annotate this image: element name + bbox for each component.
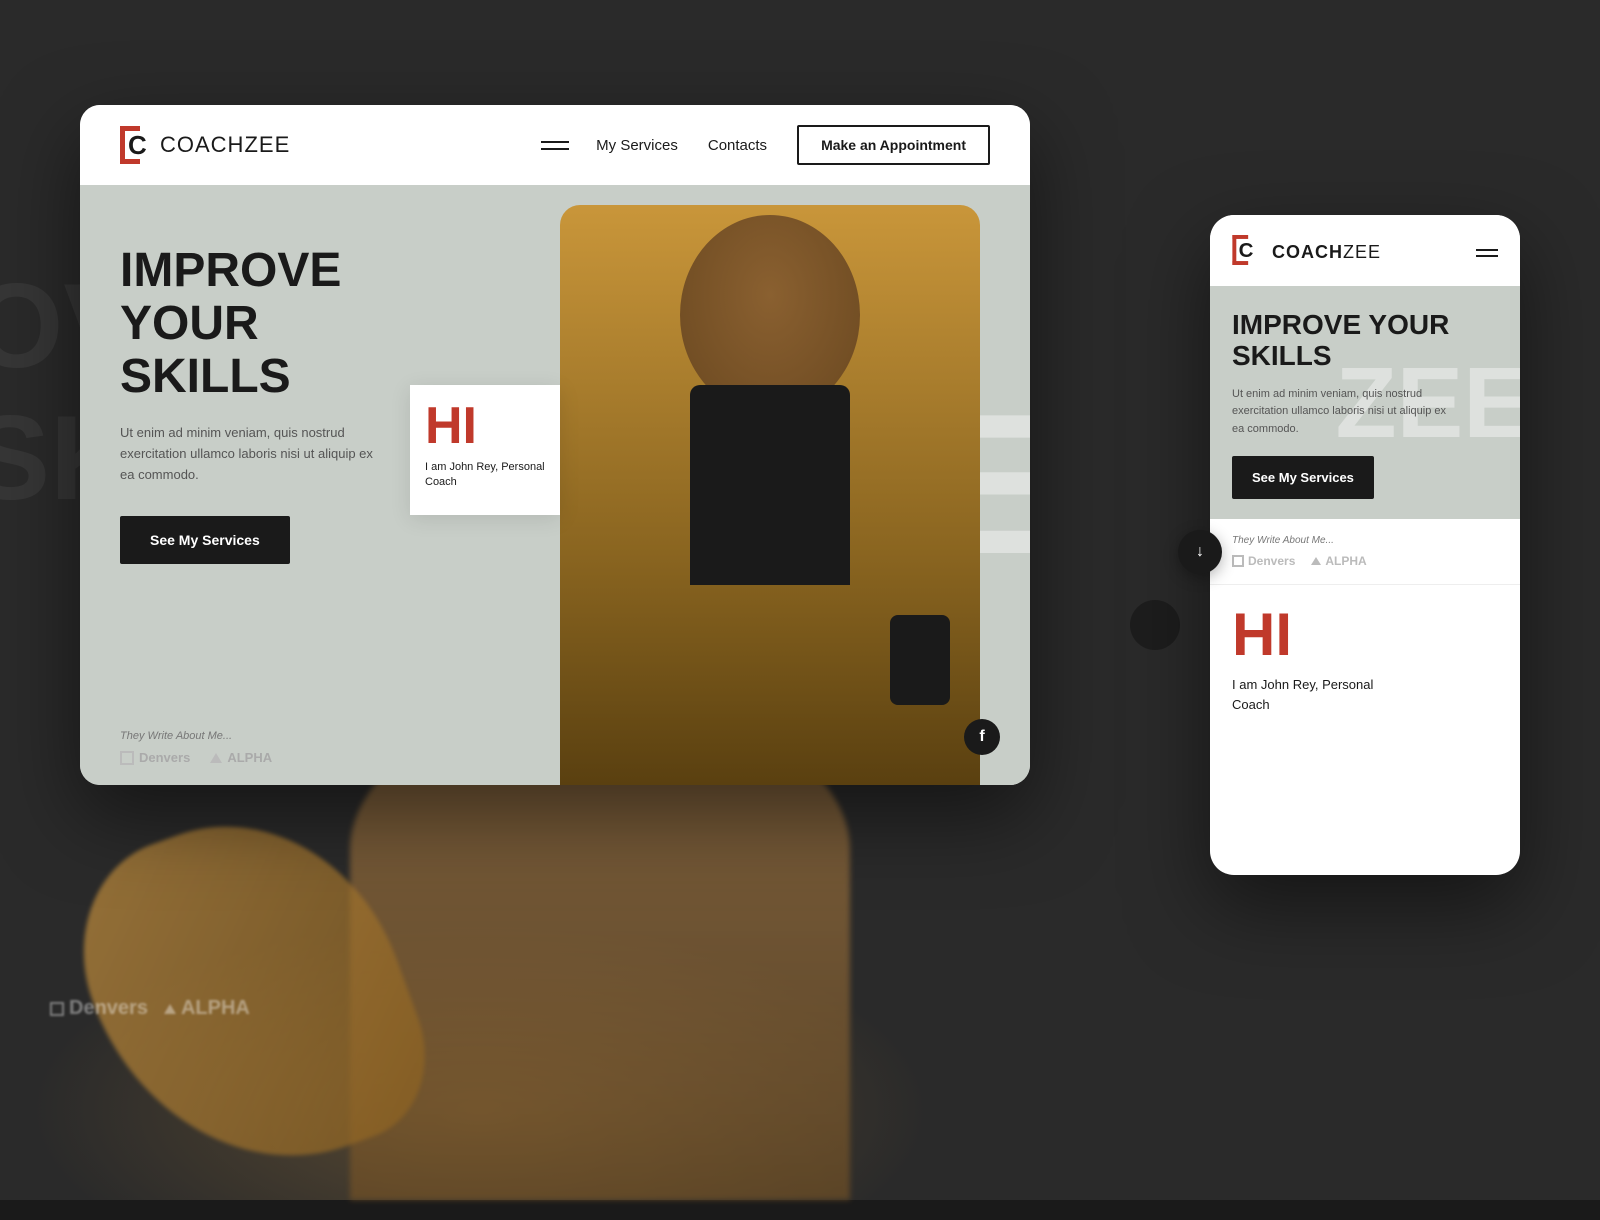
svg-text:C: C bbox=[1239, 239, 1254, 262]
nav-circle-right[interactable] bbox=[1130, 600, 1180, 650]
mobile-hero: ZEE IMPROVE YOUR SKILLS Ut enim ad minim… bbox=[1210, 286, 1520, 519]
mobile-card: C COACHZEE ZEE IMPROVE YOUR SKILLS Ut en… bbox=[1210, 215, 1520, 875]
mobile-hi-text: HI bbox=[1232, 605, 1498, 665]
nav-right: My Services Contacts Make an Appointment bbox=[596, 125, 990, 165]
hero-bottom-desktop: They Write About Me... Denvers ALPHA bbox=[120, 730, 272, 765]
hero-title: IMPROVE YOUR SKILLS bbox=[120, 245, 440, 403]
mobile-navbar: C COACHZEE bbox=[1210, 215, 1520, 286]
mobile-brand-denvers: Denvers bbox=[1232, 554, 1295, 568]
desktop-hero: ZEE IMPROVE YOUR SKILLS Ut enim ad minim… bbox=[80, 185, 1030, 785]
desktop-logo: C COACHZEE bbox=[120, 126, 290, 164]
mobile-brand-logos: Denvers ALPHA bbox=[1232, 554, 1498, 568]
see-services-button-mobile[interactable]: See My Services bbox=[1232, 456, 1374, 499]
svg-text:C: C bbox=[128, 130, 147, 160]
mobile-logo-icon: C bbox=[1232, 235, 1258, 270]
denvers-icon-desktop bbox=[120, 751, 134, 765]
nav-link-services[interactable]: My Services bbox=[596, 137, 678, 154]
logo-icon: C bbox=[120, 126, 152, 164]
logo-text: COACHZEE bbox=[160, 132, 290, 158]
hi-subtitle-desktop: I am John Rey, Personal Coach bbox=[425, 460, 545, 491]
mobile-hi-section: HI I am John Rey, Personal Coach bbox=[1210, 585, 1520, 734]
mobile-hamburger-menu[interactable] bbox=[1476, 249, 1498, 257]
alpha-triangle-desktop bbox=[210, 753, 222, 763]
mobile-hero-title: IMPROVE YOUR SKILLS bbox=[1232, 310, 1498, 372]
hero-person-image bbox=[510, 185, 1030, 785]
hi-text-desktop: HI bbox=[425, 400, 545, 452]
brand-denvers-desktop: Denvers bbox=[120, 750, 190, 765]
make-appointment-button[interactable]: Make an Appointment bbox=[797, 125, 990, 165]
desktop-navbar: C COACHZEE My Services Contacts Make an … bbox=[80, 105, 1030, 185]
mobile-bottom-brands: They Write About Me... Denvers ALPHA bbox=[1210, 519, 1520, 585]
mobile-hero-description: Ut enim ad minim veniam, quis nostrud ex… bbox=[1232, 386, 1452, 439]
bg-arm bbox=[100, 820, 700, 1220]
mobile-alpha-triangle bbox=[1311, 557, 1321, 565]
mobile-logo: C COACHZEE bbox=[1232, 235, 1381, 270]
mobile-denvers-icon bbox=[1232, 555, 1244, 567]
brand-alpha-desktop: ALPHA bbox=[210, 750, 272, 765]
mobile-hi-subtitle: I am John Rey, Personal Coach bbox=[1232, 675, 1498, 714]
bg-brand-logos: Denvers ALPHA bbox=[50, 997, 250, 1020]
see-services-button-desktop[interactable]: See My Services bbox=[120, 516, 290, 564]
mobile-they-write: They Write About Me... bbox=[1232, 535, 1498, 546]
hero-content: IMPROVE YOUR SKILLS Ut enim ad minim ven… bbox=[120, 245, 440, 564]
mobile-brand-alpha: ALPHA bbox=[1311, 554, 1366, 568]
brand-logos-desktop: Denvers ALPHA bbox=[120, 750, 272, 765]
facebook-icon-desktop[interactable]: f bbox=[964, 719, 1000, 755]
nav-link-contacts[interactable]: Contacts bbox=[708, 137, 767, 154]
they-write-text-desktop: They Write About Me... bbox=[120, 730, 272, 742]
hero-description: Ut enim ad minim veniam, quis nostrud ex… bbox=[120, 423, 380, 485]
desktop-card: C COACHZEE My Services Contacts Make an … bbox=[80, 105, 1030, 785]
hamburger-menu[interactable] bbox=[541, 141, 569, 150]
arrow-button[interactable]: ↓ bbox=[1178, 530, 1222, 574]
mobile-logo-text: COACHZEE bbox=[1272, 242, 1381, 263]
hi-card-desktop: HI I am John Rey, Personal Coach bbox=[410, 385, 560, 515]
